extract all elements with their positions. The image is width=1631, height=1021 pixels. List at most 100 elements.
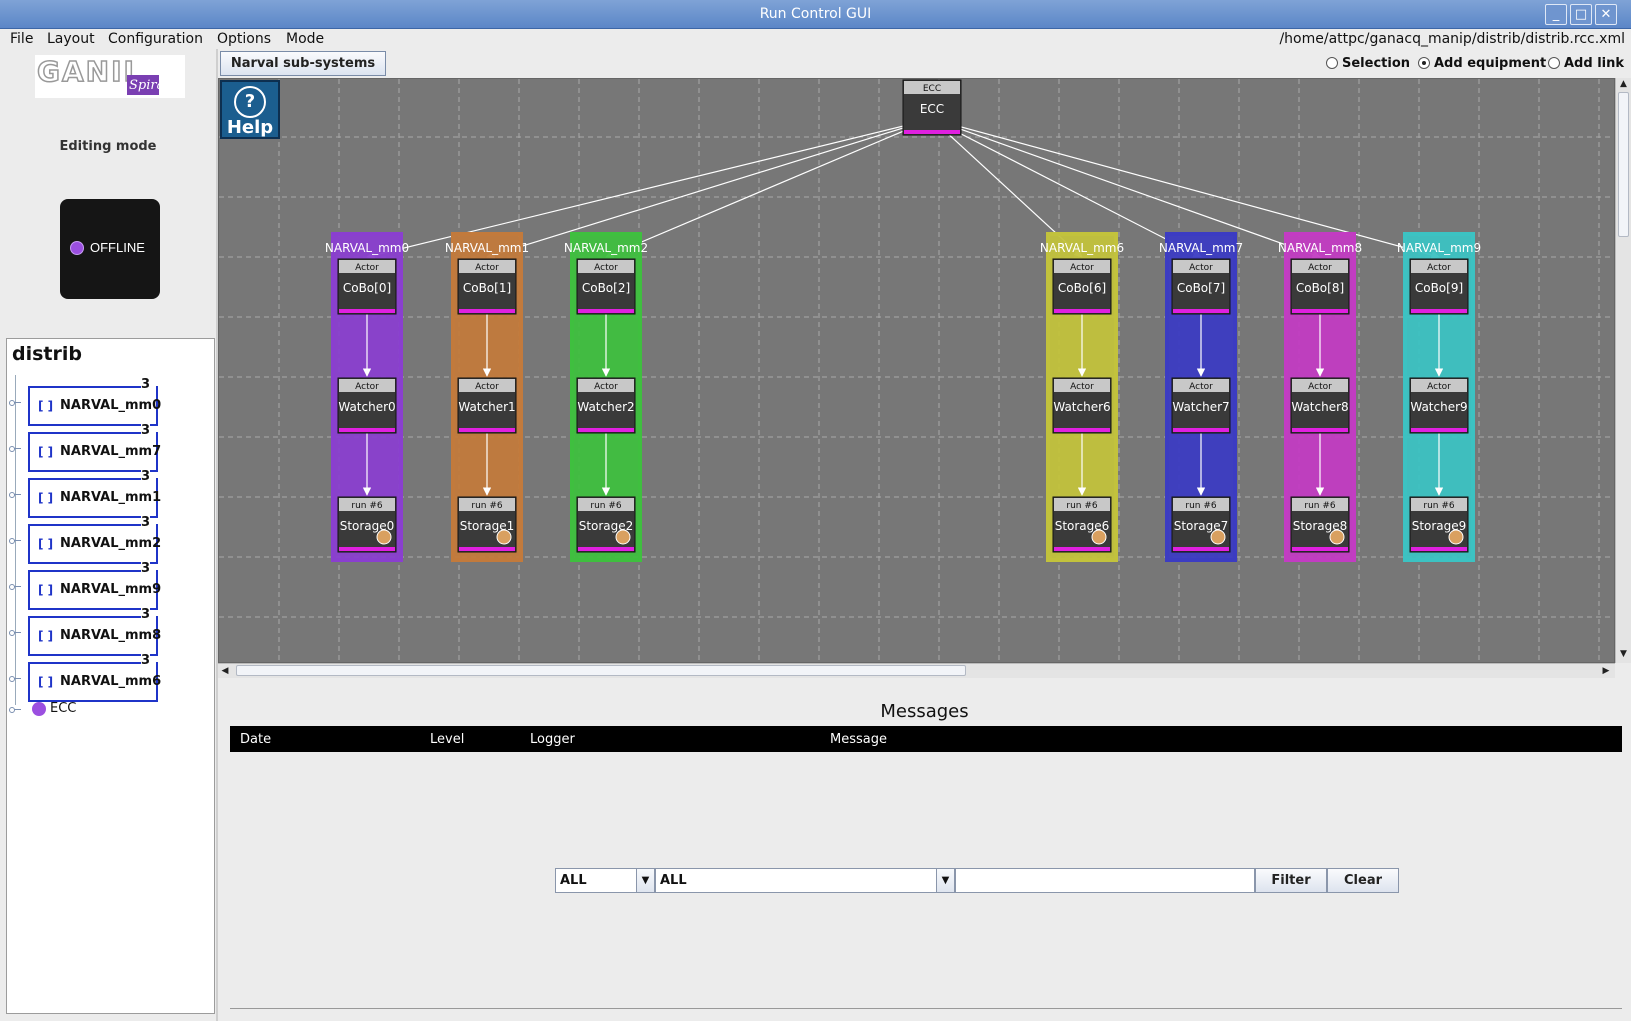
menu-mode[interactable]: Mode [286, 29, 324, 49]
menu-bar: File Layout Configuration Options Mode /… [0, 29, 1631, 49]
cobo-node-header-label: Actor [594, 263, 618, 273]
state-dot-icon [70, 241, 84, 255]
storage-node-header-label: run #6 [1423, 501, 1455, 511]
tree-expand-handle-icon[interactable] [9, 446, 21, 452]
level-filter-select[interactable]: ALL ▼ [555, 868, 655, 893]
tree-node-count: 3 [140, 423, 150, 438]
maximize-button[interactable]: □ [1570, 4, 1592, 25]
message-filter-input[interactable] [955, 868, 1255, 893]
storage-node-header-label: run #6 [351, 501, 383, 511]
menu-options[interactable]: Options [217, 29, 271, 49]
tree-node-label: NARVAL_mm9 [60, 582, 162, 597]
tree-expand-handle-icon[interactable] [9, 538, 21, 544]
canvas-horizontal-scrollbar[interactable]: ◀ ▶ [218, 663, 1615, 678]
column-level[interactable]: Level [430, 732, 464, 747]
watcher-node-header-label: Actor [1189, 382, 1213, 392]
canvas-diagram[interactable]: ECC ECC NARVAL_mm0 Actor CoBo[0] Actor Watcher… [219, 79, 1615, 663]
storage-status-icon [1448, 529, 1464, 545]
watcher-node-label: Watcher1 [458, 400, 515, 414]
ganil-logo: GANIL Spiral2 [35, 54, 185, 98]
tree-node[interactable]: 3 [ ] NARVAL_mm8 [28, 608, 162, 656]
storage-node-accent [1054, 547, 1110, 551]
tree-node-label: NARVAL_mm0 [60, 398, 162, 413]
cobo-node-label: CoBo[6] [1058, 281, 1106, 295]
ecc-state-dot-icon [32, 702, 46, 716]
tree-node-label: NARVAL_mm6 [60, 674, 162, 689]
scroll-right-icon[interactable]: ▶ [1599, 664, 1613, 678]
ecc-node-label: ECC [920, 102, 944, 116]
help-button[interactable]: ? Help [220, 80, 280, 139]
vertical-scroll-thumb[interactable] [1618, 92, 1629, 237]
logger-filter-select[interactable]: ALL ▼ [655, 868, 955, 893]
radio-add-equipment[interactable]: Add equipment [1418, 56, 1546, 71]
window-title: Run Control GUI [759, 6, 872, 22]
column-message[interactable]: Message [830, 732, 887, 747]
bracket-icon: [ ] [38, 399, 54, 413]
menu-layout[interactable]: Layout [47, 29, 95, 49]
watcher-node-label: Watcher6 [1053, 400, 1110, 414]
cobo-node-label: CoBo[1] [463, 281, 511, 295]
column-date[interactable]: Date [240, 732, 271, 747]
tree-expand-handle-icon[interactable] [9, 400, 21, 406]
minimize-button[interactable]: _ [1545, 4, 1567, 25]
tree-node[interactable]: 3 [ ] NARVAL_mm0 [28, 378, 162, 426]
tree-node-label: NARVAL_mm8 [60, 628, 162, 643]
radio-add-link[interactable]: Add link [1548, 56, 1624, 71]
scroll-left-icon[interactable]: ◀ [218, 664, 232, 678]
watcher-node-accent [1292, 428, 1348, 432]
cobo-node-header-label: Actor [355, 263, 379, 273]
radio-circle-icon [1326, 57, 1338, 69]
column-logger[interactable]: Logger [530, 732, 575, 747]
tree-expand-handle-icon[interactable] [9, 676, 21, 682]
configuration-tree: distrib 3 [ ] NARVAL_mm0 3 [ ] NARVAL_mm… [6, 338, 215, 1014]
tree-node[interactable]: 3 [ ] NARVAL_mm2 [28, 516, 162, 564]
scroll-down-icon[interactable]: ▼ [1616, 648, 1631, 661]
ecc-node-accent [904, 130, 960, 134]
cobo-node-header-label: Actor [1189, 263, 1213, 273]
chevron-down-icon[interactable]: ▼ [636, 869, 654, 892]
tree-node-count: 3 [140, 607, 150, 622]
run-state-label: OFFLINE [90, 240, 145, 255]
filter-button[interactable]: Filter [1255, 868, 1327, 893]
tree-root-label[interactable]: distrib [12, 343, 82, 365]
scroll-up-icon[interactable]: ▲ [1616, 78, 1631, 91]
menu-configuration[interactable]: Configuration [108, 29, 203, 49]
tree-node-count: 3 [140, 469, 150, 484]
tree-expand-handle-icon[interactable] [9, 492, 21, 498]
bracket-icon: [ ] [38, 445, 54, 459]
storage-status-icon [376, 529, 392, 545]
tree-expand-handle-icon[interactable] [9, 584, 21, 590]
chevron-down-icon[interactable]: ▼ [936, 869, 954, 892]
storage-node-accent [578, 547, 634, 551]
tree-expand-handle-icon[interactable] [9, 707, 21, 713]
canvas-vertical-scrollbar[interactable]: ▲ ▼ [1615, 78, 1631, 663]
radio-selection[interactable]: Selection [1326, 56, 1410, 71]
help-label: Help [226, 117, 274, 138]
tree-expand-handle-icon[interactable] [9, 630, 21, 636]
horizontal-scroll-thumb[interactable] [236, 665, 966, 676]
cobo-node-accent [339, 309, 395, 313]
tree-leaf-ecc[interactable]: ECC [50, 701, 76, 716]
clear-button[interactable]: Clear [1327, 868, 1399, 893]
tree-node[interactable]: 3 [ ] NARVAL_mm1 [28, 470, 161, 518]
cobo-node-accent [459, 309, 515, 313]
ecc-link[interactable] [605, 118, 933, 258]
storage-status-icon [615, 529, 631, 545]
storage-node-accent [1173, 547, 1229, 551]
watcher-node-accent [339, 428, 395, 432]
tree-node-count: 3 [140, 653, 150, 668]
ecc-link[interactable] [486, 118, 933, 259]
tab-narval-subsystems[interactable]: Narval sub-systems [220, 51, 386, 76]
cobo-node-label: CoBo[7] [1177, 281, 1225, 295]
close-button[interactable]: ✕ [1595, 4, 1617, 25]
topology-canvas[interactable]: ECC ECC NARVAL_mm0 Actor CoBo[0] Actor Watcher… [218, 78, 1615, 663]
cobo-node-accent [1411, 309, 1467, 313]
tree-node[interactable]: 3 [ ] NARVAL_mm7 [28, 424, 161, 472]
tree-node-label: NARVAL_mm2 [60, 536, 162, 551]
tree-node[interactable]: 3 [ ] NARVAL_mm9 [28, 562, 162, 610]
ecc-link[interactable] [931, 118, 1321, 259]
menu-file[interactable]: File [10, 29, 33, 49]
group-label: NARVAL_mm9 [1397, 241, 1481, 255]
tree-node[interactable]: 3 [ ] NARVAL_mm6 [28, 654, 162, 702]
svg-text:Spiral2: Spiral2 [129, 78, 177, 93]
